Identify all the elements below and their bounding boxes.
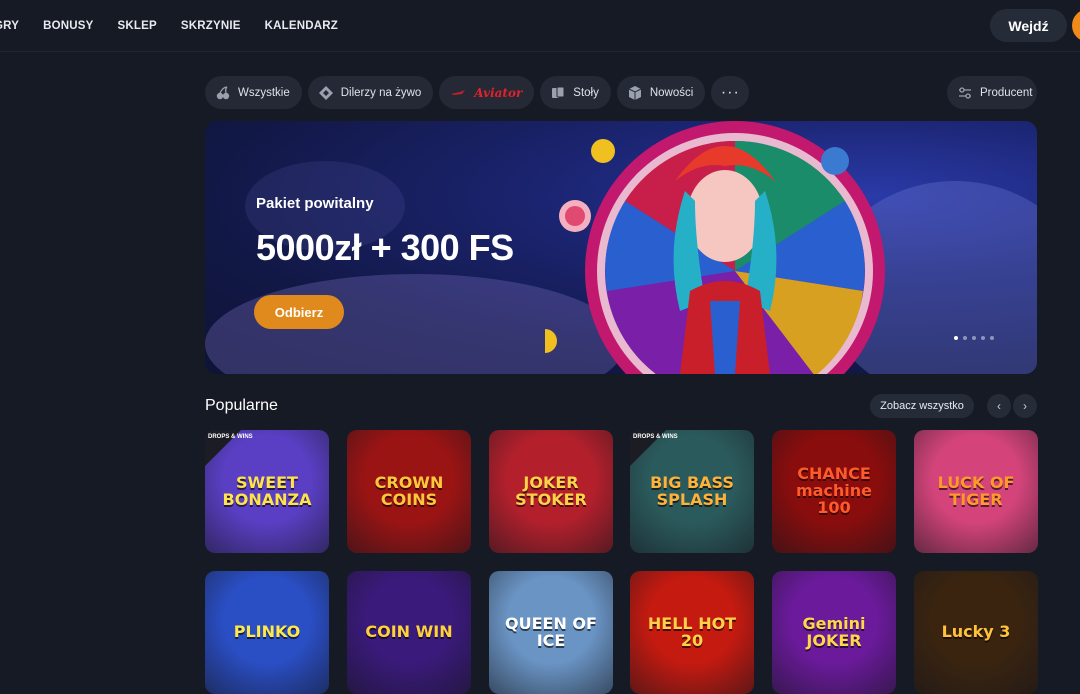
game-tile[interactable]: HELL HOT 20 bbox=[630, 571, 754, 694]
category-filters: Wszystkie Dilerzy na żywo Aviator Stoły … bbox=[205, 76, 750, 109]
game-title: JOKER STOKER bbox=[515, 472, 587, 509]
filter-new[interactable]: Nowości bbox=[616, 76, 706, 109]
producer-label: Producent bbox=[980, 86, 1033, 99]
game-title: CROWN COINS bbox=[374, 472, 444, 509]
main-nav: GRY BONUSY SKLEP SKRZYNIE KALENDARZ bbox=[0, 0, 338, 52]
carousel-dot[interactable] bbox=[963, 336, 967, 340]
nav-item-bonuses[interactable]: BONUSY bbox=[43, 20, 93, 32]
nav-item-shop[interactable]: SKLEP bbox=[118, 20, 157, 32]
banner-title: 5000zł + 300 FS bbox=[256, 227, 514, 268]
register-button[interactable] bbox=[1072, 9, 1080, 42]
filter-tables[interactable]: Stoły bbox=[540, 76, 611, 109]
diamond-chip-icon bbox=[318, 85, 333, 100]
popular-section-title: Popularne bbox=[205, 397, 278, 414]
filter-aviator[interactable]: Aviator bbox=[439, 76, 535, 109]
filter-all-label: Wszystkie bbox=[238, 86, 290, 99]
game-tile[interactable]: LUCK OF TIGER bbox=[914, 430, 1038, 553]
game-title: HELL HOT 20 bbox=[647, 613, 737, 650]
carousel-dot[interactable] bbox=[972, 336, 976, 340]
carousel-dot[interactable] bbox=[954, 336, 958, 340]
nav-item-chests[interactable]: SKRZYNIE bbox=[181, 20, 241, 32]
sliders-icon bbox=[959, 86, 971, 99]
filter-all[interactable]: Wszystkie bbox=[205, 76, 302, 109]
jester-wheel-illustration bbox=[545, 121, 885, 374]
carousel-prev-button[interactable]: ‹ bbox=[987, 394, 1011, 418]
login-button[interactable]: Wejdź bbox=[990, 9, 1067, 42]
filter-live-dealers[interactable]: Dilerzy na żywo bbox=[307, 76, 434, 109]
banner-subtitle: Pakiet powitalny bbox=[256, 195, 374, 212]
game-tile[interactable]: QUEEN OF ICE bbox=[489, 571, 613, 694]
cube-icon bbox=[628, 85, 642, 100]
more-filters-button[interactable]: ··· bbox=[711, 76, 750, 109]
game-title: QUEEN OF ICE bbox=[505, 613, 597, 650]
game-tile[interactable]: JOKER STOKER bbox=[489, 430, 613, 553]
see-all-button[interactable]: Zobacz wszystko bbox=[870, 394, 974, 418]
filter-new-label: Nowości bbox=[649, 86, 694, 99]
drops-wins-label: DROPS & WINS bbox=[208, 434, 253, 440]
drops-wins-label: DROPS & WINS bbox=[633, 434, 678, 440]
game-tile[interactable]: COIN WIN bbox=[347, 571, 471, 694]
filter-aviator-label: Aviator bbox=[474, 85, 523, 100]
cherries-icon bbox=[216, 85, 230, 99]
game-tile[interactable]: CROWN COINS bbox=[347, 430, 471, 553]
game-title: CHANCE machine 100 bbox=[795, 464, 873, 517]
carousel-dots bbox=[954, 336, 994, 340]
game-title: SWEET BONANZA bbox=[222, 472, 312, 509]
game-title: Gemini JOKER bbox=[802, 613, 866, 650]
game-title: PLINKO bbox=[233, 622, 301, 642]
filter-tables-label: Stoły bbox=[573, 86, 599, 99]
nav-item-calendar[interactable]: KALENDARZ bbox=[265, 20, 338, 32]
carousel-dot[interactable] bbox=[981, 336, 985, 340]
claim-bonus-button[interactable]: Odbierz bbox=[254, 295, 344, 329]
game-tile[interactable]: Gemini JOKER bbox=[772, 571, 896, 694]
game-tile[interactable]: DROPS & WINS SWEET BONANZA bbox=[205, 430, 329, 553]
game-title: BIG BASS SPLASH bbox=[650, 472, 734, 509]
plane-icon bbox=[451, 89, 466, 95]
cards-icon bbox=[552, 86, 565, 98]
chevron-left-icon: ‹ bbox=[997, 399, 1001, 413]
game-tile[interactable]: DROPS & WINS BIG BASS SPLASH bbox=[630, 430, 754, 553]
carousel-dot[interactable] bbox=[990, 336, 994, 340]
promo-banner[interactable]: Pakiet powitalny 5000zł + 300 FS Odbierz bbox=[205, 121, 1037, 374]
game-tile[interactable]: CHANCE machine 100 bbox=[772, 430, 896, 553]
filter-live-dealers-label: Dilerzy na żywo bbox=[340, 86, 422, 99]
nav-item-games[interactable]: GRY bbox=[0, 20, 19, 32]
game-title: LUCK OF TIGER bbox=[937, 472, 1015, 509]
game-tile[interactable]: Lucky 3 bbox=[914, 571, 1038, 694]
producer-filter-button[interactable]: Producent bbox=[947, 76, 1037, 109]
game-tile[interactable]: PLINKO bbox=[205, 571, 329, 694]
game-title: COIN WIN bbox=[365, 622, 453, 642]
chevron-right-icon: › bbox=[1023, 399, 1027, 413]
top-navigation-bar: GRY BONUSY SKLEP SKRZYNIE KALENDARZ Wejd… bbox=[0, 0, 1080, 52]
game-title: Lucky 3 bbox=[941, 622, 1011, 642]
carousel-next-button[interactable]: › bbox=[1013, 394, 1037, 418]
